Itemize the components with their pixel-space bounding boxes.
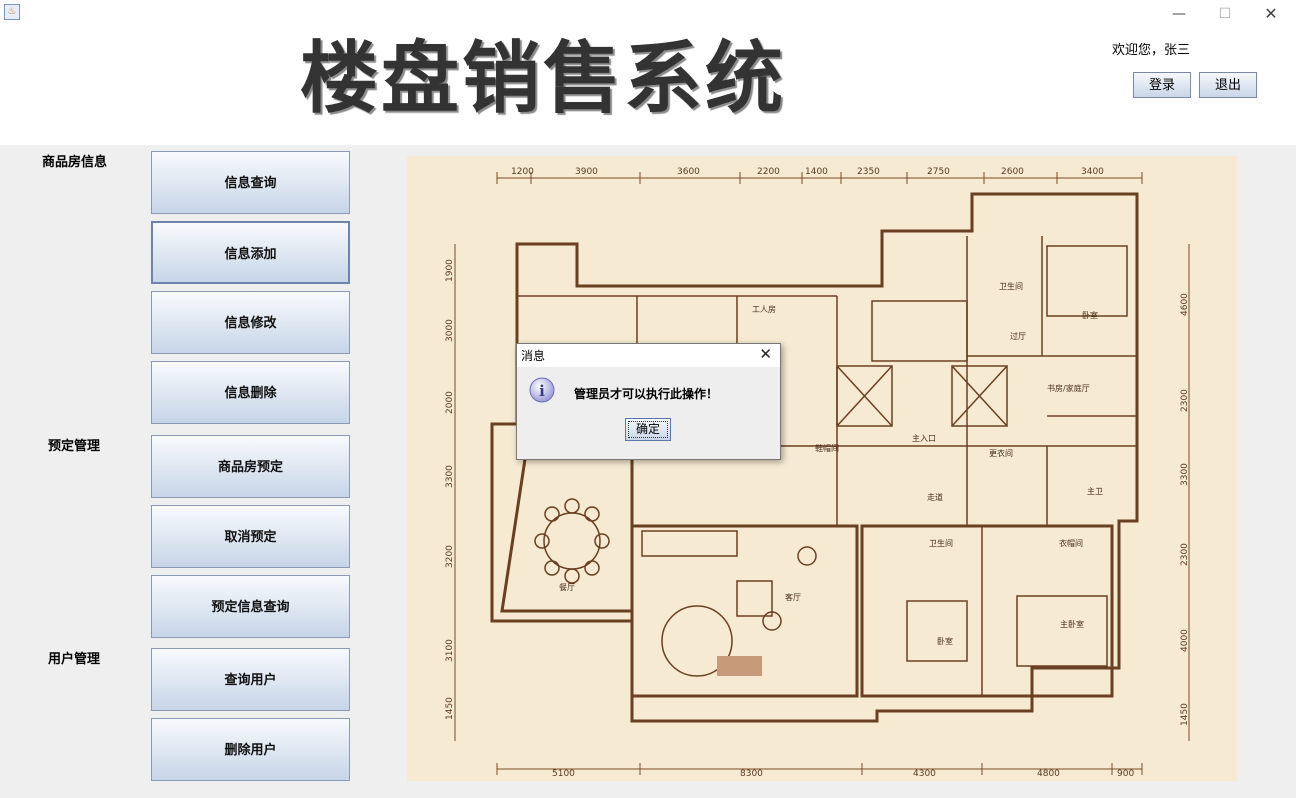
dim-top-2: 3900	[575, 167, 598, 177]
message-dialog: 消息 ✕ i 管理员才可以执行此操作！ 确定	[516, 343, 781, 460]
room-label-7: 鞋帽间	[815, 443, 839, 453]
dim-left-4: 3300	[445, 465, 455, 488]
minimize-button[interactable]: —	[1156, 0, 1202, 28]
dim-top-7: 2750	[927, 167, 950, 177]
dim-bottom-3: 4300	[913, 769, 936, 779]
dim-right-2: 2300	[1180, 389, 1190, 412]
house-info-query-button[interactable]: 信息查询	[151, 151, 350, 214]
room-label-9: 走道	[927, 492, 943, 502]
dim-top-4: 2200	[757, 167, 780, 177]
dim-left-1: 1900	[445, 259, 455, 282]
close-window-button[interactable]: ✕	[1248, 0, 1294, 28]
dialog-titlebar: 消息 ✕	[517, 344, 780, 366]
welcome-text: 欢迎您，张三	[1112, 43, 1191, 58]
section-label-house-info: 商品房信息	[42, 155, 108, 170]
cancel-booking-button[interactable]: 取消预定	[151, 505, 350, 568]
dim-bottom-4: 4800	[1037, 769, 1060, 779]
dim-bottom-2: 8300	[740, 769, 763, 779]
booking-info-query-button[interactable]: 预定信息查询	[151, 575, 350, 638]
dialog-close-icon[interactable]: ✕	[759, 345, 772, 363]
room-label-8: 更衣间	[989, 448, 1013, 458]
dialog-title: 消息	[521, 349, 546, 363]
dim-right-3: 3300	[1180, 463, 1190, 486]
main-panel: 商品房信息 信息查询 信息添加 信息修改 信息删除 预定管理 商品房预定 取消预…	[0, 145, 1296, 798]
maximize-button[interactable]: ☐	[1202, 0, 1248, 28]
dim-left-2: 3000	[445, 319, 455, 342]
dialog-body: i 管理员才可以执行此操作！ 确定	[517, 367, 780, 459]
section-label-users: 用户管理	[48, 652, 101, 667]
login-button[interactable]: 登录	[1133, 72, 1191, 98]
dialog-message: 管理员才可以执行此操作！	[574, 387, 719, 401]
dim-left-3: 2000	[445, 391, 455, 414]
dim-left-6: 3100	[445, 639, 455, 662]
room-label-5: 书房/家庭厅	[1047, 383, 1090, 393]
room-label-15: 卧室	[937, 636, 953, 646]
info-icon: i	[529, 377, 555, 403]
room-label-14: 客厅	[785, 592, 801, 602]
room-label-6: 主入口	[912, 433, 936, 443]
dim-left-5: 3200	[445, 545, 455, 568]
dialog-ok-button[interactable]: 确定	[625, 418, 671, 441]
window-titlebar: ♨ — ☐ ✕	[0, 0, 1296, 30]
room-label-2: 卫生间	[999, 281, 1023, 291]
dim-top-5: 1400	[805, 167, 828, 177]
house-info-delete-button[interactable]: 信息删除	[151, 361, 350, 424]
floor-plan-drawing: 1200 3900 3600 2200 1400 2350 2750 2600 …	[445, 167, 1190, 779]
dim-right-5: 4000	[1180, 629, 1190, 652]
room-label-11: 卫生间	[929, 538, 953, 548]
svg-text:i: i	[539, 382, 545, 400]
java-icon: ♨	[4, 4, 20, 20]
dim-right-1: 4600	[1180, 293, 1190, 316]
app-title: 楼盘销售系统	[300, 33, 787, 124]
room-label-10: 主卫	[1087, 486, 1103, 496]
dim-top-6: 2350	[857, 167, 880, 177]
room-label-1: 工人房	[752, 304, 776, 314]
house-booking-button[interactable]: 商品房预定	[151, 435, 350, 498]
dim-bottom-5: 900	[1117, 769, 1134, 779]
room-label-13: 餐厅	[559, 583, 575, 592]
dim-right-6: 1450	[1180, 703, 1190, 726]
query-users-button[interactable]: 查询用户	[151, 648, 350, 711]
dim-top-9: 3400	[1081, 167, 1104, 177]
dim-left-7: 1450	[445, 697, 455, 720]
room-label-3: 卧室	[1082, 310, 1098, 320]
dim-top-3: 3600	[677, 167, 700, 177]
room-label-16: 主卧室	[1060, 619, 1084, 629]
app-header: 楼盘销售系统 欢迎您，张三 登录 退出	[0, 30, 1296, 145]
dim-right-4: 2300	[1180, 543, 1190, 566]
dim-top-8: 2600	[1001, 167, 1024, 177]
delete-user-button[interactable]: 删除用户	[151, 718, 350, 781]
house-info-edit-button[interactable]: 信息修改	[151, 291, 350, 354]
room-label-4: 过厅	[1010, 331, 1026, 341]
dim-bottom-1: 5100	[552, 769, 575, 779]
dim-top-1: 1200	[511, 167, 534, 177]
floor-plan-image: 1200 3900 3600 2200 1400 2350 2750 2600 …	[407, 156, 1237, 781]
exit-button[interactable]: 退出	[1199, 72, 1257, 98]
room-label-12: 衣帽间	[1059, 538, 1083, 548]
house-info-add-button[interactable]: 信息添加	[151, 221, 350, 284]
section-label-booking: 预定管理	[48, 439, 101, 454]
